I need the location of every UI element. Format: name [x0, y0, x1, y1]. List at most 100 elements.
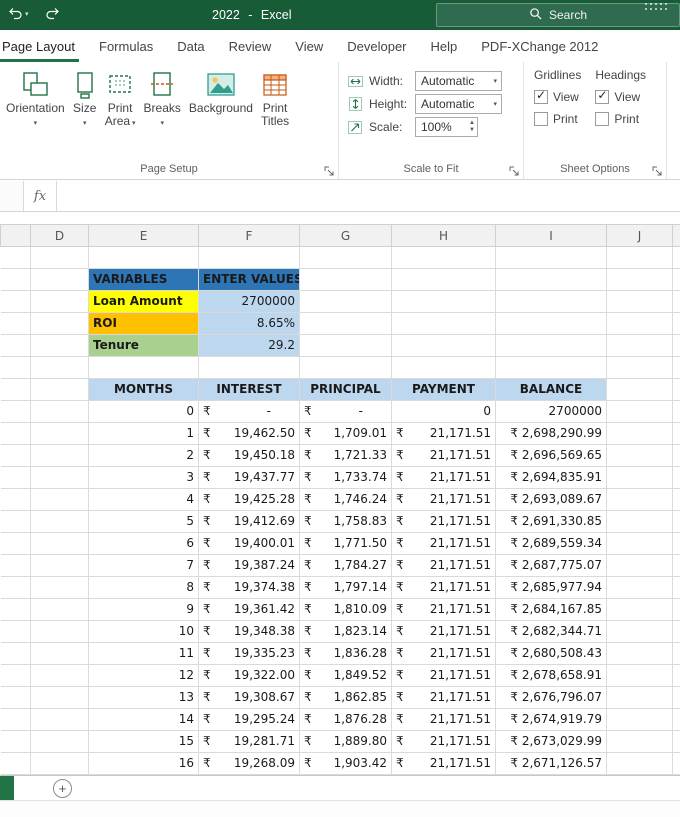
- balance-cell[interactable]: ₹ 2,680,508.43: [495, 642, 607, 665]
- cell[interactable]: [672, 554, 680, 577]
- cell[interactable]: [30, 620, 89, 643]
- cell[interactable]: [672, 686, 680, 709]
- cell[interactable]: [672, 400, 680, 423]
- principal-cell[interactable]: ₹1,862.85: [299, 686, 392, 709]
- cell[interactable]: [30, 708, 89, 731]
- month-cell[interactable]: 9: [88, 598, 199, 621]
- table-header-cell[interactable]: BALANCE: [495, 378, 607, 401]
- month-cell[interactable]: 11: [88, 642, 199, 665]
- principal-cell[interactable]: ₹1,721.33: [299, 444, 392, 467]
- cell[interactable]: [495, 334, 607, 357]
- table-header-cell[interactable]: MONTHS: [88, 378, 199, 401]
- cell[interactable]: [30, 686, 89, 709]
- cell[interactable]: [391, 246, 496, 269]
- cell[interactable]: [672, 422, 680, 445]
- undo-dropdown-icon[interactable]: ▾: [25, 10, 29, 18]
- month-cell[interactable]: 0: [88, 400, 199, 423]
- cell[interactable]: [495, 290, 607, 313]
- principal-cell[interactable]: ₹1,823.14: [299, 620, 392, 643]
- month-cell[interactable]: 6: [88, 532, 199, 555]
- cell[interactable]: [30, 488, 89, 511]
- checkbox-checked-icon[interactable]: [595, 88, 610, 104]
- balance-cell[interactable]: ₹ 2,694,835.91: [495, 466, 607, 489]
- cell[interactable]: [672, 444, 680, 467]
- checkbox-unchecked-icon[interactable]: [534, 112, 548, 126]
- payment-cell[interactable]: ₹21,171.51: [391, 466, 496, 489]
- interest-cell[interactable]: ₹19,437.77: [198, 466, 300, 489]
- balance-cell[interactable]: ₹ 2,691,330.85: [495, 510, 607, 533]
- cell[interactable]: [672, 730, 680, 753]
- cell[interactable]: [606, 400, 673, 423]
- payment-cell[interactable]: ₹21,171.51: [391, 686, 496, 709]
- cell[interactable]: [0, 598, 31, 621]
- cell[interactable]: [391, 312, 496, 335]
- breaks-button[interactable]: Breaks ▾: [140, 66, 185, 132]
- column-header-d[interactable]: D: [30, 224, 89, 247]
- cell[interactable]: [672, 620, 680, 643]
- cell[interactable]: [606, 620, 673, 643]
- cell[interactable]: [88, 356, 199, 379]
- redo-icon[interactable]: [45, 7, 60, 20]
- cell[interactable]: [299, 312, 392, 335]
- month-cell[interactable]: 14: [88, 708, 199, 731]
- month-cell[interactable]: 3: [88, 466, 199, 489]
- cell[interactable]: [30, 400, 89, 423]
- headings-print-checkbox[interactable]: Print: [595, 112, 646, 126]
- cell[interactable]: [30, 312, 89, 335]
- cell[interactable]: [672, 290, 680, 313]
- cell[interactable]: [30, 554, 89, 577]
- cell[interactable]: [30, 466, 89, 489]
- variable-name-cell[interactable]: ROI: [88, 312, 199, 335]
- cell[interactable]: [299, 290, 392, 313]
- cell[interactable]: [0, 664, 31, 687]
- cell[interactable]: [30, 356, 89, 379]
- principal-cell[interactable]: ₹1,758.83: [299, 510, 392, 533]
- cell[interactable]: [606, 422, 673, 445]
- cell[interactable]: [606, 290, 673, 313]
- cell[interactable]: [0, 268, 31, 291]
- month-cell[interactable]: 7: [88, 554, 199, 577]
- cell[interactable]: [672, 312, 680, 335]
- cell[interactable]: [606, 268, 673, 291]
- cell[interactable]: [0, 312, 31, 335]
- cell[interactable]: [606, 642, 673, 665]
- balance-cell[interactable]: ₹ 2,696,569.65: [495, 444, 607, 467]
- variable-value-cell[interactable]: 2700000: [198, 290, 300, 313]
- balance-cell[interactable]: ₹ 2,689,559.34: [495, 532, 607, 555]
- add-sheet-button[interactable]: +: [53, 779, 72, 798]
- tab-view[interactable]: View: [283, 30, 335, 62]
- cell[interactable]: [606, 246, 673, 269]
- cell[interactable]: [30, 576, 89, 599]
- cell[interactable]: [606, 444, 673, 467]
- headings-view-checkbox[interactable]: View: [595, 88, 646, 104]
- cell[interactable]: [672, 664, 680, 687]
- principal-cell[interactable]: ₹1,733.74: [299, 466, 392, 489]
- cell[interactable]: [672, 510, 680, 533]
- cell[interactable]: [606, 576, 673, 599]
- column-header-f[interactable]: F: [198, 224, 300, 247]
- payment-cell[interactable]: ₹21,171.51: [391, 576, 496, 599]
- tab-review[interactable]: Review: [217, 30, 284, 62]
- cell[interactable]: [299, 356, 392, 379]
- cell[interactable]: [299, 334, 392, 357]
- scale-to-fit-dialog-launcher-icon[interactable]: [509, 164, 520, 176]
- cell[interactable]: [606, 554, 673, 577]
- column-header-j[interactable]: J: [606, 224, 673, 247]
- spin-down-icon[interactable]: ▼: [469, 127, 475, 134]
- cell[interactable]: [0, 378, 31, 401]
- cell[interactable]: [391, 356, 496, 379]
- cell[interactable]: [672, 752, 680, 775]
- cell[interactable]: [198, 356, 300, 379]
- cell[interactable]: [672, 246, 680, 269]
- variables-header-cell[interactable]: VARIABLES: [88, 268, 199, 291]
- undo-icon[interactable]: ▾: [8, 7, 29, 20]
- scale-spinner[interactable]: 100% ▲ ▼: [415, 117, 478, 137]
- cell[interactable]: [672, 576, 680, 599]
- principal-cell[interactable]: ₹1,784.27: [299, 554, 392, 577]
- cell[interactable]: [0, 422, 31, 445]
- cell[interactable]: [672, 378, 680, 401]
- cell[interactable]: [30, 510, 89, 533]
- tab-help[interactable]: Help: [419, 30, 470, 62]
- cell[interactable]: [30, 730, 89, 753]
- cell[interactable]: [30, 334, 89, 357]
